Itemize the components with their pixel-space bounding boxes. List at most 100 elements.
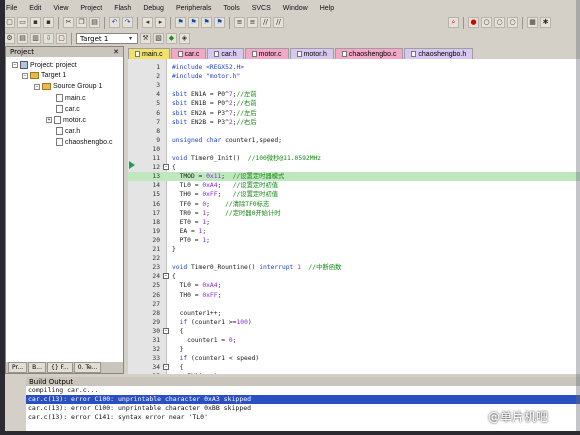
code-text: } [172, 246, 176, 253]
file-tab[interactable]: motor.c [244, 48, 289, 59]
undo-icon[interactable]: ↶ [109, 17, 120, 28]
file-icon [341, 51, 347, 57]
toolbar-separator [463, 16, 464, 29]
unindent-icon[interactable]: ≡ [247, 17, 258, 28]
line-number: 11 [152, 155, 160, 162]
menu-item-flash[interactable]: Flash [108, 5, 137, 12]
menu-item-debug[interactable]: Debug [137, 5, 170, 12]
next-bookmark-icon[interactable]: ⚑ [201, 17, 212, 28]
line-number: 27 [152, 300, 160, 308]
target-options-icon[interactable]: ⚒ [140, 33, 151, 44]
code-text: { [172, 164, 176, 172]
rebuild-icon[interactable]: ▥ [30, 33, 41, 44]
code-line: 9 unsigned char counter1,speed; [128, 136, 580, 145]
file-tab-label: motor.c [258, 50, 282, 58]
menu-item-edit[interactable]: Edit [23, 5, 47, 12]
tree-item[interactable]: car.c [56, 105, 80, 113]
download-icon[interactable]: ⇩ [43, 33, 54, 44]
line-number: 34 [152, 364, 160, 372]
project-panel-tab[interactable]: {} F... [47, 362, 73, 373]
menu-item-svcs[interactable]: SVCS [246, 5, 277, 12]
bookmark-icon[interactable]: ⚑ [175, 17, 186, 28]
menu-item-view[interactable]: View [47, 5, 74, 12]
menu-item-project[interactable]: Project [74, 5, 108, 12]
code-text: sbit EN1B = P0^2;//右前 [172, 100, 257, 108]
project-panel-tab[interactable]: 0. Te... [73, 362, 102, 373]
file-icon [411, 51, 417, 57]
window-layout-icon[interactable]: ▦ [527, 17, 538, 28]
line-number: 25 [152, 282, 160, 290]
uncomment-icon[interactable]: // [273, 17, 284, 28]
target-select[interactable]: Target 1 ▾ [76, 33, 138, 44]
debug-start-icon[interactable]: ● [468, 17, 479, 28]
build-icon[interactable]: ▤ [17, 33, 28, 44]
menu-item-help[interactable]: Help [314, 5, 340, 12]
tree-item[interactable]: main.c [56, 94, 86, 102]
copy-icon[interactable]: ❐ [76, 17, 87, 28]
file-tab-label: main.c [142, 50, 163, 58]
tree-expander-icon[interactable]: − [34, 83, 40, 90]
file-tab[interactable]: car.c [170, 48, 207, 59]
redo-icon[interactable]: ↷ [122, 17, 133, 28]
menu-item-peripherals[interactable]: Peripherals [170, 5, 217, 12]
cut-icon[interactable]: ✂ [63, 17, 74, 28]
menu-item-tools[interactable]: Tools [217, 5, 245, 12]
file-extensions-icon[interactable]: ▧ [153, 33, 164, 44]
tree-expander-icon[interactable]: − [22, 72, 28, 79]
prev-bookmark-icon[interactable]: ⚑ [188, 17, 199, 28]
file-tab[interactable]: main.c [128, 48, 170, 59]
fold-toggle-icon[interactable]: - [163, 273, 169, 280]
tree-expander-icon[interactable]: + [46, 117, 52, 123]
save-all-icon[interactable]: ▪ [43, 17, 54, 28]
manage-components-icon[interactable]: ◆ [166, 33, 177, 44]
file-tab[interactable]: motor.h [289, 48, 334, 59]
nav-forward-icon[interactable]: ▸ [155, 17, 166, 28]
code-text: counter1++; [172, 309, 222, 317]
code-line: 24-{ [128, 272, 580, 281]
new-file-icon[interactable]: ▢ [4, 17, 15, 28]
fold-toggle-icon[interactable]: - [163, 364, 169, 371]
close-icon[interactable]: ✕ [113, 48, 119, 56]
file-tab[interactable]: chaoshengbo.h [404, 48, 474, 59]
stop-build-icon[interactable]: ▢ [56, 33, 67, 44]
nav-back-icon[interactable]: ◂ [142, 17, 153, 28]
configure-icon[interactable]: ✱ [540, 17, 551, 28]
file-tab[interactable]: chaoshengbo.c [334, 48, 404, 59]
tree-item[interactable]: − Source Group 1 [34, 83, 102, 90]
fold-toggle-icon[interactable]: - [163, 164, 169, 171]
file-tab[interactable]: car.h [207, 48, 244, 59]
tree-item[interactable]: − Target 1 [22, 72, 66, 79]
pack-installer-icon[interactable]: ◈ [179, 33, 190, 44]
line-number: 7 [156, 118, 160, 126]
toolbar-separator [71, 32, 72, 45]
paste-icon[interactable]: ▤ [89, 17, 100, 28]
indent-icon[interactable]: ≡ [234, 17, 245, 28]
disable-breakpoint-icon[interactable]: ○ [494, 17, 505, 28]
code-text: sbit EN1A = P0^7;//左前 [172, 91, 257, 99]
kill-breakpoints-icon[interactable]: ○ [507, 17, 518, 28]
code-editor[interactable]: 1 #include <REGX52.H> 2 #include "motor.h" 3… [128, 59, 580, 374]
code-text: TH0 = 0xFF; //设置定时初值 [172, 191, 279, 199]
save-icon[interactable]: ▪ [30, 17, 41, 28]
build-output-title: Build Output [29, 377, 74, 386]
line-number: 22 [152, 255, 160, 263]
tree-item[interactable]: chaoshengbo.c [56, 138, 112, 146]
tree-item[interactable]: − Project: project [12, 61, 77, 69]
menu-item-window[interactable]: Window [277, 5, 314, 12]
target-folder-icon [30, 72, 39, 79]
project-panel-tab[interactable]: Pr... [8, 362, 28, 373]
breakpoint-icon[interactable]: ○ [481, 17, 492, 28]
project-panel-tab[interactable]: B... [28, 362, 46, 373]
target-select-value: Target 1 [80, 34, 109, 43]
tree-item[interactable]: + motor.c [46, 116, 86, 124]
clear-bookmarks-icon[interactable]: ⚑ [214, 17, 225, 28]
tree-expander-icon[interactable]: − [12, 62, 18, 68]
open-folder-icon[interactable]: ▭ [17, 17, 28, 28]
tree-item-label: motor.c [63, 116, 86, 124]
fold-toggle-icon[interactable]: - [163, 327, 169, 334]
tree-item[interactable]: car.h [56, 127, 80, 135]
code-line: 3 [128, 81, 580, 90]
comment-icon[interactable]: // [260, 17, 271, 28]
find-icon[interactable]: ⌕ [448, 17, 459, 28]
translate-icon[interactable]: ⚙ [4, 33, 15, 44]
